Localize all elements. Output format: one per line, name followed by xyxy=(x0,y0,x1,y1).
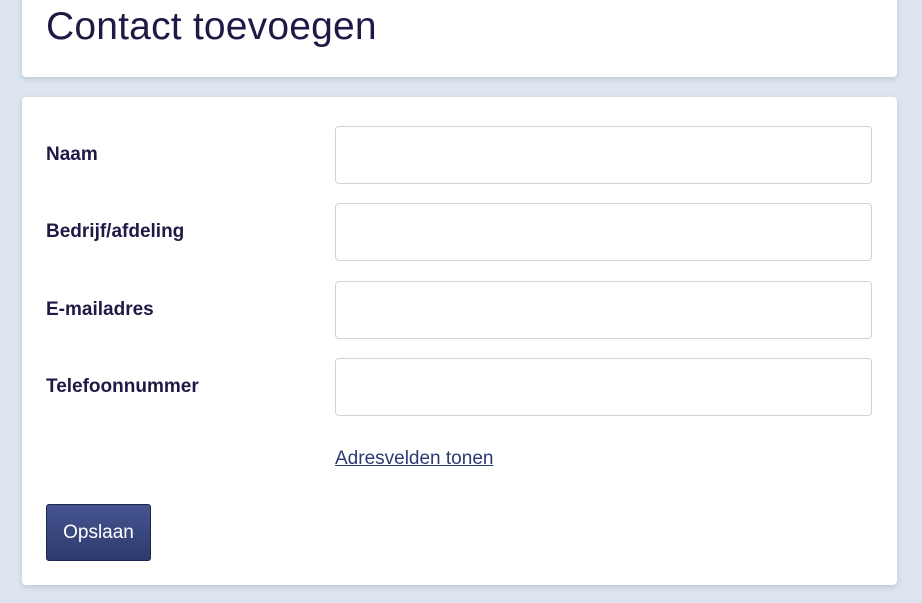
header-card: Contact toevoegen xyxy=(22,0,897,77)
bedrijf-afdeling-input[interactable] xyxy=(335,203,872,261)
form-row-telefoon: Telefoonnummer xyxy=(46,358,872,416)
bedrijf-afdeling-label: Bedrijf/afdeling xyxy=(46,221,185,242)
naam-input[interactable] xyxy=(335,126,872,184)
form-row-bedrijf: Bedrijf/afdeling xyxy=(46,203,872,261)
form-row-naam: Naam xyxy=(46,126,872,184)
form-row-email: E-mailadres xyxy=(46,281,872,339)
telefoonnummer-label: Telefoonnummer xyxy=(46,376,199,397)
contact-form: Naam Bedrijf/afdeling E-mailadres Telefo… xyxy=(22,97,897,585)
email-input[interactable] xyxy=(335,281,872,339)
email-label: E-mailadres xyxy=(46,299,154,320)
naam-label: Naam xyxy=(46,144,98,165)
page-title: Contact toevoegen xyxy=(46,5,377,48)
save-button[interactable]: Opslaan xyxy=(46,504,151,561)
show-address-fields-link[interactable]: Adresvelden tonen xyxy=(335,448,493,470)
telefoonnummer-input[interactable] xyxy=(335,358,872,416)
